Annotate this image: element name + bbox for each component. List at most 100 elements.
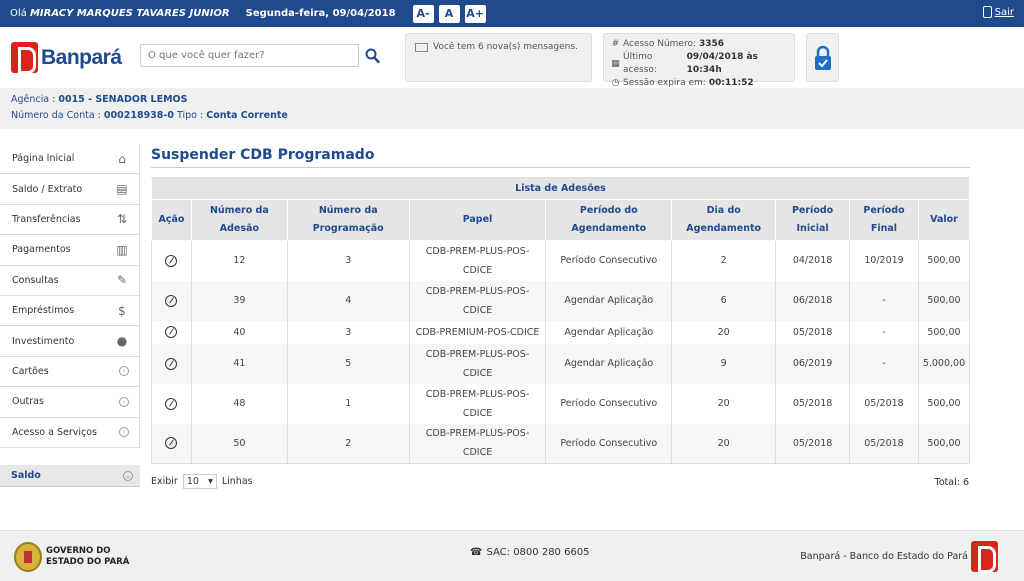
agency-value: 0015 - SENADOR LEMOS	[58, 94, 188, 105]
cell-papel-line2: CDICE	[462, 304, 493, 316]
security-lock-button[interactable]	[806, 33, 839, 82]
sidebar-item-transferencias[interactable]: Transferências ⇅	[0, 204, 140, 236]
sac-text: SAC: 0800 280 6605	[486, 547, 590, 558]
sidebar-item-label: Página Inicial	[12, 153, 75, 165]
sidebar-item-cartoes[interactable]: Cartões ›	[0, 356, 140, 388]
clock-icon: ◷	[611, 78, 620, 88]
cell-programacao: 1	[286, 383, 410, 424]
cell-papel: CDB-PREM-PLUS-POS- CDICE	[408, 280, 546, 321]
sidebar-item-pagamentos[interactable]: Pagamentos ▥	[0, 235, 140, 266]
suspend-action-icon[interactable]	[165, 326, 178, 338]
top-bar: Olá MIRACY MARQUES TAVARES JUNIOR Segund…	[0, 0, 1024, 27]
action-cell	[151, 240, 192, 281]
chevron-right-icon: ›	[119, 427, 129, 438]
bank-name: Banpará - Banco do Estado do Pará	[800, 551, 968, 562]
page-size-value: 10	[186, 476, 199, 487]
sidebar-item-label: Acesso a Serviços	[12, 426, 97, 438]
suspend-action-icon[interactable]	[165, 357, 178, 370]
sidebar-item-label: Consultas	[12, 274, 59, 286]
government-logo: GOVERNO DO ESTADO DO PARÁ	[14, 542, 129, 572]
col-dia-line2: Agendamento	[686, 223, 762, 234]
cell-adesao: 48	[190, 383, 288, 424]
suspend-action-icon[interactable]	[165, 254, 178, 267]
account-info: Agência : 0015 - SENADOR LEMOS Número da…	[0, 88, 1024, 129]
col-periodo-agendamento: Período do Agendamento	[545, 199, 673, 241]
messages-box[interactable]: Você tem 6 nova(s) mensagens.	[405, 33, 592, 82]
hash-icon: #	[611, 39, 620, 49]
last-access: 09/04/2018 às 10:34h	[686, 52, 758, 75]
cell-programacao: 5	[286, 343, 410, 384]
search-icon[interactable]	[365, 48, 380, 64]
sidebar-item-outras[interactable]: Outras ›	[0, 387, 140, 418]
cell-adesao: 40	[190, 320, 288, 344]
sidebar-item-label: Cartões	[12, 365, 49, 377]
sidebar-item-label: Saldo / Extrato	[12, 183, 83, 195]
col-periodo-agend-line2: Agendamento	[571, 223, 647, 234]
cell-papel-line1: CDB-PREM-PLUS-POS-	[425, 428, 530, 440]
page-size-select[interactable]: 10 ▾	[182, 474, 217, 489]
sidebar-item-investimento[interactable]: Investimento ●	[0, 326, 140, 357]
banpara-logo[interactable]: Banpará	[11, 42, 122, 74]
action-cell	[151, 343, 192, 384]
cell-adesao: 41	[190, 343, 288, 384]
sidebar-item-consultas[interactable]: Consultas ✎	[0, 265, 140, 296]
exit-label: Sair	[994, 6, 1014, 18]
access-number-label: Acesso Número:	[623, 39, 697, 49]
gov-line1: GOVERNO DO	[46, 546, 111, 556]
font-reset-button[interactable]: A	[438, 4, 460, 23]
cell-papel: CDB-PREMIUM-POS-CDICE	[408, 320, 546, 344]
greeting-prefix: Olá	[10, 8, 27, 19]
lines-label: Linhas	[221, 476, 253, 487]
access-number: 3356	[699, 39, 725, 49]
cell-papel: CDB-PREM-PLUS-POS- CDICE	[408, 240, 546, 281]
sidebar-item-label: Outras	[12, 396, 44, 408]
action-cell	[151, 320, 192, 344]
cell-papel-line1: CDB-PREMIUM-POS-CDICE	[415, 326, 540, 338]
cell-adesao: 50	[190, 423, 288, 464]
title-divider	[151, 167, 970, 168]
lock-icon	[982, 6, 992, 18]
sidebar-item-emprestimos[interactable]: Empréstimos $	[0, 295, 140, 327]
suspend-action-icon[interactable]	[165, 397, 178, 410]
barcode-icon: ▥	[116, 242, 128, 257]
col-papel: Papel	[408, 199, 547, 241]
cell-valor: 500,00	[917, 320, 971, 344]
exit-link[interactable]: Sair	[982, 6, 1014, 18]
home-icon: ⌂	[118, 151, 126, 166]
search-input[interactable]	[140, 44, 359, 67]
col-periodo-fim-line2: Final	[870, 223, 898, 234]
col-acao: Ação	[151, 199, 192, 241]
cell-periodo: Agendar Aplicação	[545, 280, 672, 321]
table-row: 50 2 CDB-PREM-PLUS-POS- CDICE Período Con…	[151, 423, 971, 464]
col-adesao: Número da Adesão	[190, 199, 288, 241]
col-periodo-ini-line2: Inicial	[796, 223, 829, 234]
suspend-action-icon[interactable]	[165, 437, 178, 450]
font-increase-button[interactable]: A+	[464, 4, 486, 23]
query-icon: ✎	[116, 273, 128, 288]
access-info: # Acesso Número: 3356 ▦ Último acesso: 09/04…	[603, 33, 795, 88]
sidebar-item-saldo-extrato[interactable]: Saldo / Extrato ▤	[0, 174, 140, 205]
table-row: 39 4 CDB-PREM-PLUS-POS- CDICE Agendar Apl…	[151, 280, 971, 321]
adhesions-table: Lista de Adesões Ação Número da Adesão Nú…	[151, 177, 971, 464]
last-access-label: Último acesso:	[623, 52, 657, 75]
col-periodo-agend-line1: Período do	[579, 205, 638, 216]
cell-dia: 20	[671, 423, 776, 464]
cell-dia: 2	[671, 240, 776, 281]
logo-text: Banpará	[41, 45, 122, 69]
suspend-action-icon[interactable]	[165, 294, 178, 307]
saldo-panel-toggle[interactable]: Saldo ⌄	[0, 465, 140, 487]
cell-papel-line2: CDICE	[462, 407, 493, 419]
cell-papel-line1: CDB-PREM-PLUS-POS-	[425, 348, 530, 360]
cell-programacao: 4	[286, 280, 410, 321]
sidebar-item-acesso-servicos[interactable]: Acesso a Serviços ›	[0, 417, 140, 448]
table-caption: Lista de Adesões	[151, 177, 970, 200]
cell-programacao: 3	[286, 240, 410, 281]
loan-icon: $	[118, 303, 126, 318]
col-periodo-fim-line1: Período	[863, 205, 905, 216]
font-decrease-button[interactable]: A-	[412, 4, 434, 23]
cell-papel-line1: CDB-PREM-PLUS-POS-	[425, 388, 530, 400]
col-programacao-line2: Programação	[312, 223, 384, 234]
cell-inicial: 05/2018	[775, 383, 850, 424]
sidebar-item-pagina-inicial[interactable]: Página Inicial ⌂	[0, 144, 140, 175]
cell-papel-line1: CDB-PREM-PLUS-POS-	[425, 285, 530, 297]
